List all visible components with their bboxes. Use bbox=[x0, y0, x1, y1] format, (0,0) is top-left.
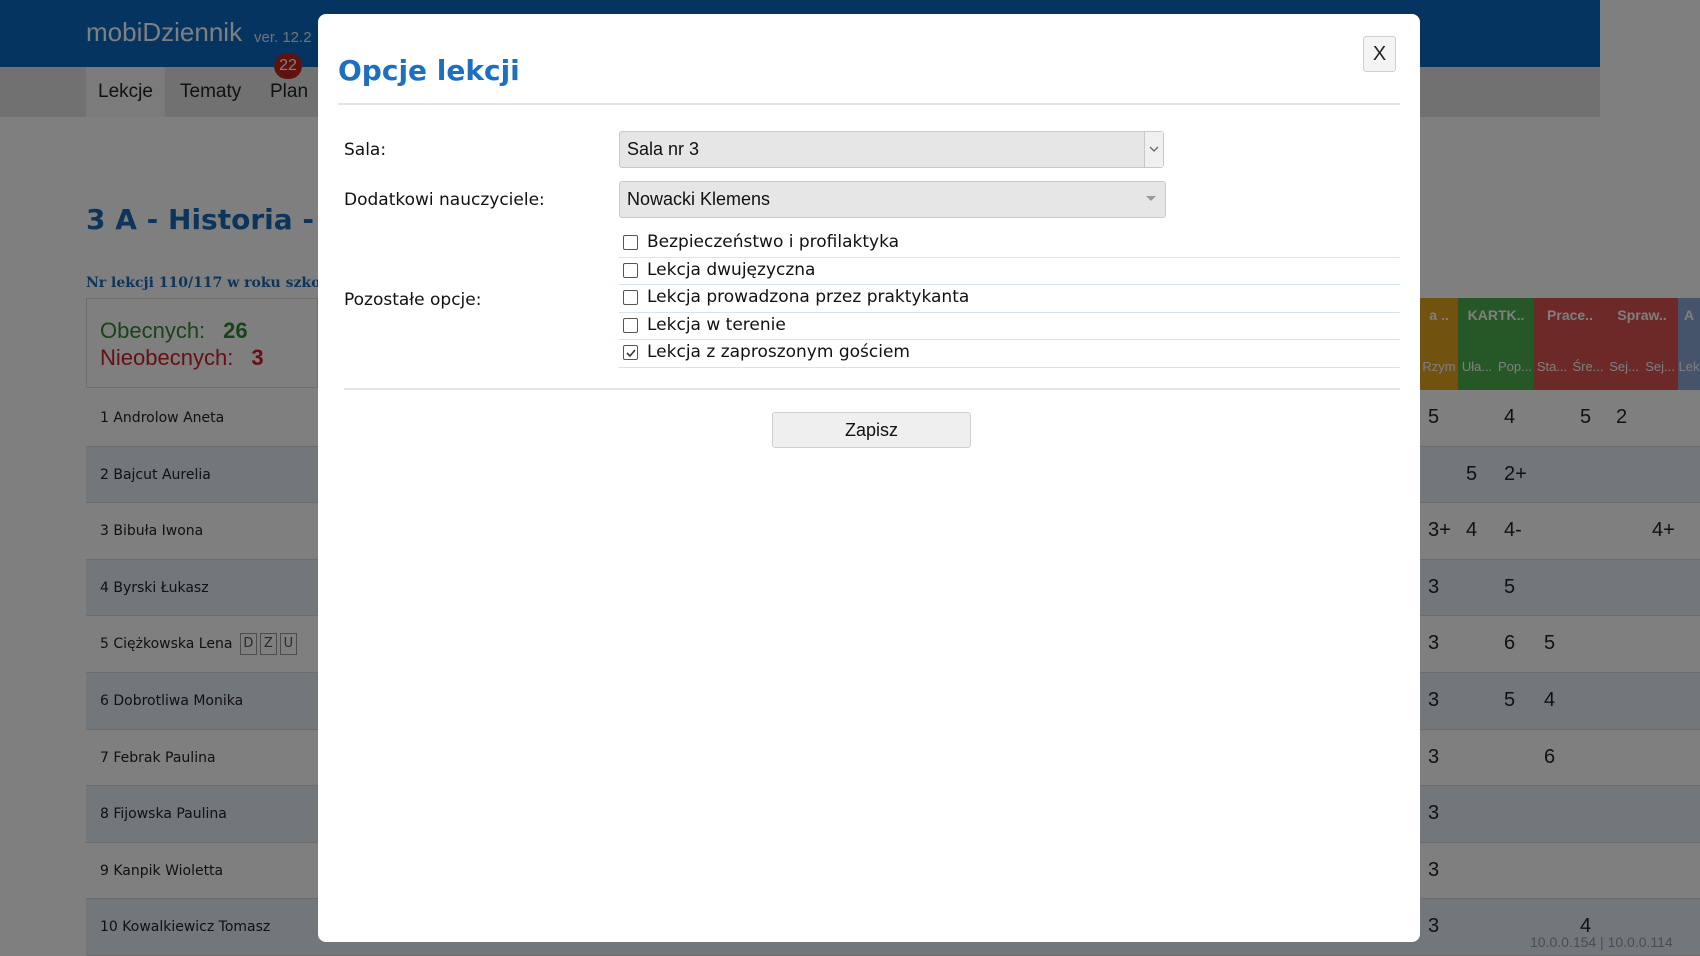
other-options-label: Pozostałe opcje: bbox=[344, 290, 482, 310]
chevron-down-icon[interactable] bbox=[1144, 132, 1163, 167]
modal-title: Opcje lekcji bbox=[338, 54, 520, 87]
checkbox-trainee[interactable] bbox=[623, 290, 638, 305]
teachers-value: Nowacki Klemens bbox=[627, 189, 771, 209]
checkbox-guest[interactable] bbox=[623, 345, 638, 360]
room-label: Sala: bbox=[344, 140, 387, 160]
option-label[interactable]: Lekcja dwujęzyczna bbox=[647, 260, 815, 280]
checkmark-icon bbox=[626, 349, 636, 358]
dropdown-arrow-icon[interactable] bbox=[1141, 182, 1161, 217]
teachers-select[interactable]: Nowacki Klemens bbox=[619, 181, 1166, 218]
divider bbox=[338, 103, 1400, 105]
list-item: Lekcja prowadzona przez praktykanta bbox=[619, 285, 1400, 313]
option-label[interactable]: Lekcja w terenie bbox=[647, 315, 786, 335]
checkbox-bilingual[interactable] bbox=[623, 262, 638, 278]
options-list: Bezpieczeństwo i profilaktyka Lekcja dwu… bbox=[619, 230, 1400, 368]
divider bbox=[344, 388, 1400, 390]
list-item: Lekcja w terenie bbox=[619, 313, 1400, 340]
room-value: Sala nr 3 bbox=[627, 139, 700, 159]
lesson-options-modal: X Opcje lekcji Sala: Sala nr 3 Dodatkowi… bbox=[318, 14, 1420, 942]
option-label[interactable]: Bezpieczeństwo i profilaktyka bbox=[647, 232, 899, 252]
list-item: Lekcja z zaproszonym gościem bbox=[619, 340, 1400, 368]
option-label[interactable]: Lekcja z zaproszonym gościem bbox=[647, 342, 910, 362]
teachers-label: Dodatkowi nauczyciele: bbox=[344, 190, 545, 210]
checkbox-field-trip[interactable] bbox=[623, 317, 638, 333]
room-select[interactable]: Sala nr 3 bbox=[619, 131, 1164, 168]
save-button[interactable]: Zapisz bbox=[772, 412, 971, 448]
close-button[interactable]: X bbox=[1363, 36, 1396, 72]
option-label[interactable]: Lekcja prowadzona przez praktykanta bbox=[647, 287, 969, 307]
checkbox-safety[interactable] bbox=[623, 235, 638, 250]
list-item: Bezpieczeństwo i profilaktyka bbox=[619, 230, 1400, 258]
list-item: Lekcja dwujęzyczna bbox=[619, 258, 1400, 285]
